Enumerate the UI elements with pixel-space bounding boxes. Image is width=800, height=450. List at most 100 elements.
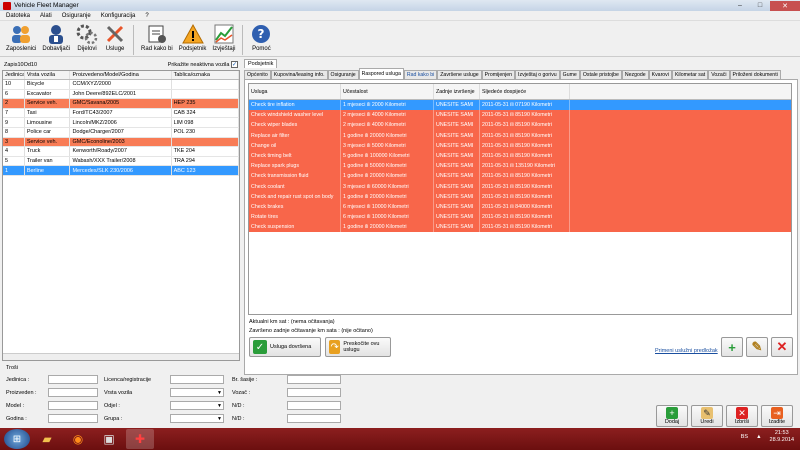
toolbar-usluge-button[interactable]: Usluge: [101, 23, 129, 57]
windows-start-icon[interactable]: ⊞: [4, 429, 30, 449]
nd2-field[interactable]: [287, 414, 341, 423]
horizontal-scrollbar[interactable]: [3, 353, 239, 360]
grupa-select[interactable]: ▼: [170, 414, 224, 423]
tab-kvarovi[interactable]: Kvarovi: [648, 70, 672, 79]
column-header[interactable]: Zadnje izvršenje: [434, 84, 480, 99]
tab-ostale-pristojbe[interactable]: Ostale pristojbe: [579, 70, 622, 79]
column-header[interactable]: Jedinica: [3, 71, 25, 79]
vrsta-select[interactable]: ▼: [170, 388, 224, 397]
service-row[interactable]: Check coolant 3 mjeseci ili 60000 Kilomet…: [249, 181, 791, 192]
delete-service-button[interactable]: ✕: [771, 337, 793, 357]
toolbar-zaposlenici-button[interactable]: Zaposlenici: [3, 23, 39, 57]
service-row[interactable]: Check timing belt 5 godine ili 100000 Kil…: [249, 150, 791, 162]
toolbar-dobavljaci-button[interactable]: Dobavljači: [39, 23, 73, 57]
firefox-icon[interactable]: ◉: [64, 429, 92, 449]
vehicle-row[interactable]: 7 Taxi Ford/TC43/2007 CAB 324: [3, 108, 239, 119]
vehicle-row[interactable]: 1 Berline Mercedes/SLK 230/2006 ABC 123: [3, 166, 239, 176]
service-row[interactable]: Check wiper blades 2 mjeseci ili 4000 Kil…: [249, 120, 791, 131]
show-inactive-toggle[interactable]: Prikažite neaktivna vozila ✓: [168, 61, 238, 68]
toolbar-izvjestaji-button[interactable]: Izvještaji: [209, 23, 238, 57]
last-odometer: Završeno zadnje očitavanje km sata : (ni…: [249, 328, 373, 334]
tab-prilo-eni-dokumenti[interactable]: Priloženi dokumenti: [729, 70, 781, 79]
language-indicator[interactable]: BS: [741, 434, 748, 440]
tab-raspored-usluga[interactable]: Raspored usluga: [358, 68, 404, 79]
sasija-field[interactable]: [287, 375, 341, 384]
tab-izvje-taj-o-gorivu[interactable]: Izvještaj o gorivu: [515, 70, 560, 79]
vehicle-row[interactable]: 5 Trailer van Wabash/XXX Trailer/2008 TRA 2…: [3, 156, 239, 167]
service-row[interactable]: Check and repair rust spot on body 1 godi…: [249, 191, 791, 202]
model-field[interactable]: [48, 401, 98, 410]
column-header[interactable]: Vrsta vozila: [25, 71, 71, 79]
tab-podsjetnik[interactable]: Podsjetnik: [244, 59, 278, 68]
service-row[interactable]: Check windshield washer level 2 mjeseci i…: [249, 110, 791, 121]
tab-promijenjen[interactable]: Promijenjen: [481, 70, 516, 79]
nd1-field[interactable]: [287, 401, 341, 410]
service-row[interactable]: Replace air filter 1 godine ili 20000 Kil…: [249, 130, 791, 141]
tab-kilometar-sat[interactable]: Kilometar sat: [671, 70, 709, 79]
column-header[interactable]: Sljedeće dospijeće: [480, 84, 570, 99]
licenca-field[interactable]: [170, 375, 224, 384]
service-row[interactable]: Check transmission fluid 1 godine ili 200…: [249, 171, 791, 182]
column-header[interactable]: Proizvedeno/Model/Godina: [70, 71, 172, 79]
close-button[interactable]: ✕: [770, 0, 800, 11]
add-vehicle-button[interactable]: + Dodaj: [656, 405, 688, 427]
column-header[interactable]: Tablica/oznaka: [172, 71, 239, 79]
skip-service-button[interactable]: ↷ Preskočite ovu uslugu: [325, 337, 391, 357]
toolbar-podsjetnik-button[interactable]: Podsjetnik: [176, 23, 210, 57]
fleet-manager-task-icon[interactable]: ✚: [126, 429, 154, 449]
edit-vehicle-button[interactable]: ✎ Uredi: [691, 405, 723, 427]
tab-rad-kako-bi[interactable]: Rad kako bi: [403, 70, 438, 79]
service-row[interactable]: Replace spark plugs 1 godine ili 50000 Ki…: [249, 161, 791, 172]
service-row[interactable]: Change oil 3 mjeseci ili 5000 Kilometri UN…: [249, 140, 791, 151]
vehicle-row[interactable]: 4 Truck Kenworth/Roady/2007 TKE 204: [3, 147, 239, 157]
tab-zavr-ene-usluge[interactable]: Završene usluge: [437, 70, 482, 79]
vehicle-cell-jed: 7: [3, 108, 25, 118]
vehicle-row[interactable]: 3 Service veh. GMC/Econoline/2003: [3, 137, 239, 148]
menu-alati[interactable]: Alati: [40, 13, 52, 19]
clock[interactable]: 21:53 28.9.2014: [770, 430, 794, 444]
column-header[interactable]: Usluga: [249, 84, 341, 99]
vehicle-row[interactable]: 2 Service veh. GMC/Savana/2005 HEP 235: [3, 99, 239, 109]
exit-button[interactable]: ⇥ Izađite: [761, 405, 793, 427]
vehicle-row[interactable]: 9 Limousine Lincoln/MKZ/2006 LIM 098: [3, 118, 239, 128]
show-inactive-checkbox[interactable]: ✓: [231, 61, 238, 68]
tab-gume[interactable]: Gume: [559, 70, 580, 79]
vehicle-row[interactable]: 8 Police car Dodge/Charger/2007 POL 230: [3, 127, 239, 138]
toolbar-pomoc-button[interactable]: ? Pomoć: [247, 23, 275, 57]
proizveden-field[interactable]: [48, 388, 98, 397]
godina-field[interactable]: [48, 414, 98, 423]
toolbar-label: Rad kako bi: [141, 46, 173, 52]
maximize-button[interactable]: □: [750, 1, 770, 11]
vozac-field[interactable]: [287, 388, 341, 397]
delete-vehicle-button[interactable]: ✕ Izbriši: [726, 405, 758, 427]
minimize-button[interactable]: –: [730, 1, 750, 11]
vehicle-row[interactable]: 6 Excavator John Deere/892ELC/2001: [3, 89, 239, 100]
vehicle-row[interactable]: 10 Bicycle CCM/XYZ/2000: [3, 80, 239, 90]
tab-voza-i[interactable]: Vozači: [708, 70, 730, 79]
program-icon[interactable]: ▣: [95, 429, 123, 449]
add-service-button[interactable]: +: [721, 337, 743, 357]
apply-template-link[interactable]: Primeni uslužni predložak: [655, 348, 718, 354]
column-header[interactable]: Učestalost: [341, 84, 434, 99]
menu-datoteka[interactable]: Datoteka: [6, 13, 30, 19]
edit-service-button[interactable]: ✎: [746, 337, 768, 357]
tab-op-enito[interactable]: Općenito: [244, 70, 271, 79]
service-done-button[interactable]: ✓ Usluga dovršena: [249, 337, 321, 357]
toolbar-dijelovi-button[interactable]: Dijelovi: [73, 23, 101, 57]
jedinica-field[interactable]: [48, 375, 98, 384]
menu-osiguranje[interactable]: Osiguranje: [62, 13, 91, 19]
vehicle-cell-tab: TRA 294: [172, 156, 239, 166]
menu-konfiguracija[interactable]: Konfiguracija: [101, 13, 136, 19]
tray-arrow-icon[interactable]: ▲: [756, 434, 761, 440]
tab-osiguranje[interactable]: Osiguranje: [327, 70, 359, 79]
explorer-icon[interactable]: ▰: [33, 429, 61, 449]
odjel-select[interactable]: ▼: [170, 401, 224, 410]
service-row[interactable]: Check brakes 6 mjeseci ili 10000 Kilometr…: [249, 201, 791, 213]
menu-help[interactable]: ?: [145, 13, 148, 19]
service-row[interactable]: Rotate tires 6 mjeseci ili 10000 Kilometr…: [249, 212, 791, 223]
tab-nezgode[interactable]: Nezgode: [621, 70, 649, 79]
toolbar-rad-kako-bi-button[interactable]: Rad kako bi: [138, 23, 176, 57]
service-row[interactable]: Check tire inflation 1 mjeseci ili 2000 K…: [249, 100, 791, 111]
service-row[interactable]: Check suspension 1 godine ili 20000 Kilom…: [249, 222, 791, 233]
tab-kupovina-leasing-info-[interactable]: Kupovina/leasing info.: [270, 70, 328, 79]
